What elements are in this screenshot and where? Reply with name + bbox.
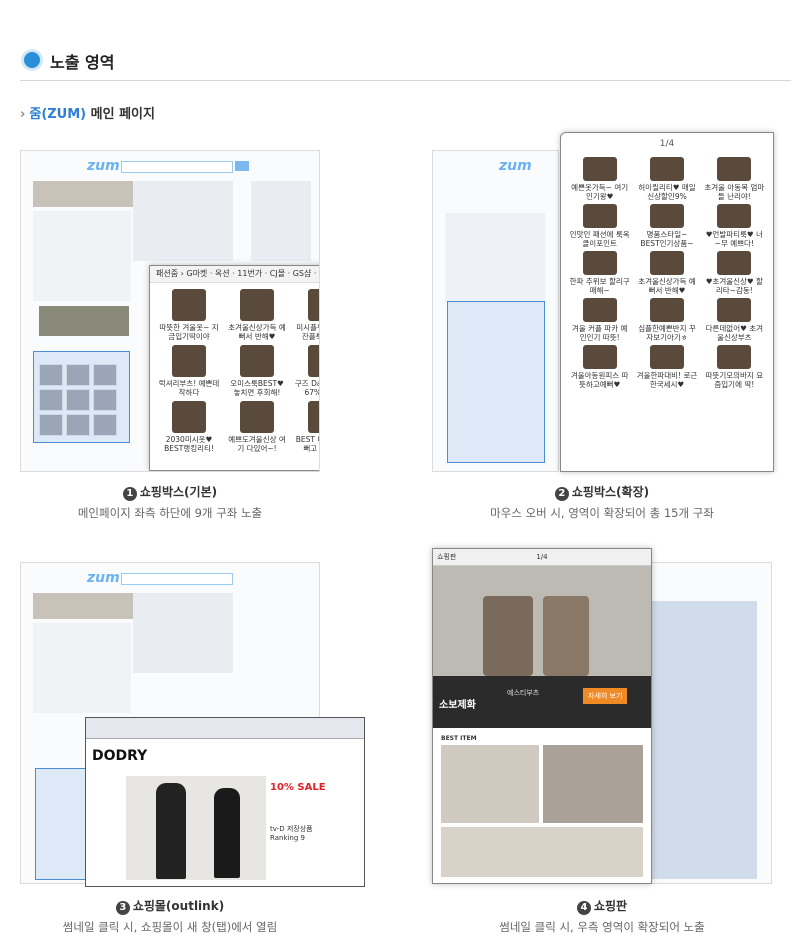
- product-thumbnail: [240, 289, 274, 321]
- subsection-title: › 줌(ZUM) 메인 페이지: [20, 107, 155, 122]
- shopping-pan-popup: 쇼핑판 1/4 소보제화 예스티부츠 자세히 보기 BEST ITEM: [432, 548, 652, 884]
- product-item[interactable]: 2030미시옷♥ BEST랭킹리티!: [158, 401, 220, 453]
- sale-banner: 10% SALE: [270, 782, 326, 793]
- mall-logo: DODRY: [92, 748, 148, 764]
- product-label: 겨울 커플 파카 예인인기 따뜻!: [571, 324, 628, 342]
- product-thumbnail: [717, 157, 752, 181]
- product-thumbnail: [649, 345, 684, 369]
- product-label: 명품스타일~ BEST인기상품~: [640, 230, 694, 248]
- product-thumbnail: [717, 251, 752, 275]
- product-thumbnail: [308, 401, 319, 433]
- product-item[interactable]: 허이릴리티♥ 매일신상할인9%: [636, 157, 697, 201]
- product-thumbnail: [649, 157, 684, 181]
- product-item[interactable]: ♥언발파티룩♥ 너~무 예쁘다!: [704, 204, 765, 248]
- product-label: 한파 추위보 할리구매해~: [569, 277, 630, 295]
- product-item[interactable]: 구즈 Day~♥ 최대67% SALE!: [294, 345, 320, 397]
- product-label: 허이릴리티♥ 매일신상할인9%: [638, 183, 696, 201]
- product-label: 겨울한파대비! 로근한국세시♥: [636, 371, 698, 389]
- browser-window: DODRY 10% SALE tv-D 저장상품 Ranking 9: [85, 717, 365, 887]
- product-item[interactable]: 예쁘도겨울신상 여기 다있어~!: [226, 401, 288, 453]
- product-item[interactable]: 초겨울신상가득 예뻐서 반해♥: [636, 251, 697, 295]
- product-thumbnail: [582, 157, 617, 181]
- product-thumbnail: [649, 298, 684, 322]
- product-item[interactable]: BEST 미시신상 예뻐고 따뜻해~: [294, 401, 319, 453]
- panel-shopping-mall-outlink: zum DODRY 10% SALE tv-D 저장상품 Ranking 9: [20, 562, 365, 887]
- product-item[interactable]: 오미스룩BEST♥ 놓치면 후회해!: [226, 345, 288, 397]
- product-thumbnail: [240, 345, 274, 377]
- shopping-popup: 패션줌 › G마켓 · 옥션 · 11번가 · CJ몰 · GS샵 · 롯데닷컴…: [149, 265, 320, 471]
- product-thumbnail: [172, 289, 206, 321]
- product-label: 심플한예쁜반지 꾸자보기아기ㅎ: [638, 324, 696, 342]
- product-label: 다른데없어♥ 초겨울신상부츠: [705, 324, 764, 342]
- product-item[interactable]: 따뜻기모의바지 요즘입기에 딱!: [704, 345, 765, 389]
- shopping-box: [33, 351, 130, 443]
- product-thumbnail: [582, 204, 617, 228]
- product-label: ♥언발파티룩♥ 너~무 예쁘다!: [705, 230, 763, 248]
- product-label: 럭셔리부츠! 예쁜데 착하다: [158, 379, 220, 397]
- product-thumbnail: [308, 289, 319, 321]
- product-label: 예쁘도겨울신상 여기 다있어~!: [228, 435, 286, 453]
- search-button: [235, 161, 249, 171]
- zum-logo: zum: [87, 158, 120, 174]
- product-item[interactable]: 명품스타일~ BEST인기상품~: [636, 204, 697, 248]
- product-item[interactable]: 다른데없어♥ 초겨울신상부츠: [704, 298, 765, 342]
- product-thumbnail: [582, 298, 617, 322]
- product-thumbnail: [582, 345, 617, 369]
- product-thumbnail: [172, 401, 206, 433]
- view-detail-button[interactable]: 자세히 보기: [583, 688, 628, 704]
- product-item[interactable]: 한파 추위보 할리구매해~: [569, 251, 630, 295]
- product-item[interactable]: 미시플위해준다 ♥잔플룩SALE♥: [294, 289, 319, 341]
- popup-tabs: 패션줌 › G마켓 · 옥션 · 11번가 · CJ몰 · GS샵 · 롯데닷컴: [150, 266, 319, 283]
- product-item[interactable]: ♥초겨울신상♥ 할리타~감동!: [704, 251, 765, 295]
- search-input: [121, 161, 233, 173]
- product-item[interactable]: 겨울아동원피스 따뜻하고예뻐♥: [569, 345, 630, 389]
- product-label: 따뜻기모의바지 요즘입기에 딱!: [705, 371, 764, 389]
- panel-shopping-box-expanded: zum 1/4 예쁜옷가득~ 여기인기왕♥ 허이릴리티♥ 매일신상할인9% 초겨울 …: [432, 132, 774, 472]
- chevron-right-icon: ›: [20, 107, 26, 122]
- product-label: 겨울아동원피스 따뜻하고예뻐♥: [570, 371, 629, 389]
- panel-shopping-box-basic: zum 패션줌 › G마켓 · 옥션 · 11번가 · CJ몰 · GS샵 · …: [20, 150, 320, 472]
- product-thumbnail: [308, 345, 319, 377]
- product-item[interactable]: 럭셔리부츠! 예쁜데 착하다: [158, 345, 220, 397]
- product-label: 미시플위해준다 ♥잔플룩SALE♥: [296, 323, 319, 341]
- product-item[interactable]: 초겨울신상가득 예뻐서 반해♥: [226, 289, 288, 341]
- product-label: 인맛인 패션에 룩옥클이포인트: [569, 230, 630, 248]
- product-item[interactable]: 예쁜옷가득~ 여기인기왕♥: [569, 157, 630, 201]
- section-header: 노출 영역: [20, 44, 791, 81]
- product-item[interactable]: 초겨울 아동복 엄마들 난리야!: [704, 157, 765, 201]
- product-item[interactable]: 따뜻한 겨울옷~ 지금입기딱이야: [158, 289, 220, 341]
- product-thumbnail: [240, 401, 274, 433]
- product-thumbnail: [717, 204, 752, 228]
- product-label: 예쁜옷가득~ 여기인기왕♥: [571, 183, 629, 201]
- product-label: 오미스룩BEST♥ 놓치면 후회해!: [230, 379, 284, 397]
- product-thumbnail: [649, 204, 684, 228]
- product-label: 초겨울신상가득 예뻐서 반해♥: [228, 323, 286, 341]
- product-label: 초겨울 아동복 엄마들 난리야!: [704, 183, 765, 201]
- product-thumbnail: [582, 251, 617, 275]
- caption-title: 쇼핑박스(기본): [139, 485, 218, 499]
- product-thumbnail: [649, 251, 684, 275]
- product-thumbnail: [717, 345, 752, 369]
- bullet-icon: [24, 52, 40, 68]
- product-label: BEST 미시신상 예뻐고 따뜻해~: [295, 435, 319, 453]
- panel-shopping-pan: 쇼핑판 1/4 소보제화 예스티부츠 자세히 보기 BEST ITEM: [432, 548, 772, 884]
- product-label: ♥초겨울신상♥ 할리타~감동!: [705, 277, 763, 295]
- product-label: 초겨울신상가득 예뻐서 반해♥: [638, 277, 696, 295]
- caption-desc: 메인페이지 좌측 하단에 9개 구좌 노출: [77, 506, 263, 520]
- product-label: 구즈 Day~♥ 최대67% SALE!: [294, 379, 320, 397]
- product-thumbnail: [717, 298, 752, 322]
- product-item[interactable]: 겨울 커플 파카 예인인기 따뜻!: [569, 298, 630, 342]
- product-item[interactable]: 겨울한파대비! 로근한국세시♥: [636, 345, 697, 389]
- product-label: 따뜻한 겨울옷~ 지금입기딱이야: [159, 323, 219, 341]
- section-title: 노출 영역: [50, 53, 115, 72]
- product-item[interactable]: 인맛인 패션에 룩옥클이포인트: [569, 204, 630, 248]
- pagination: 1/4: [659, 139, 675, 149]
- product-label: 2030미시옷♥ BEST랭킹리티!: [164, 435, 214, 453]
- expanded-popup: 1/4 예쁜옷가득~ 여기인기왕♥ 허이릴리티♥ 매일신상할인9% 초겨울 아동복 …: [560, 132, 774, 472]
- product-item[interactable]: 심플한예쁜반지 꾸자보기아기ㅎ: [636, 298, 697, 342]
- product-thumbnail: [172, 345, 206, 377]
